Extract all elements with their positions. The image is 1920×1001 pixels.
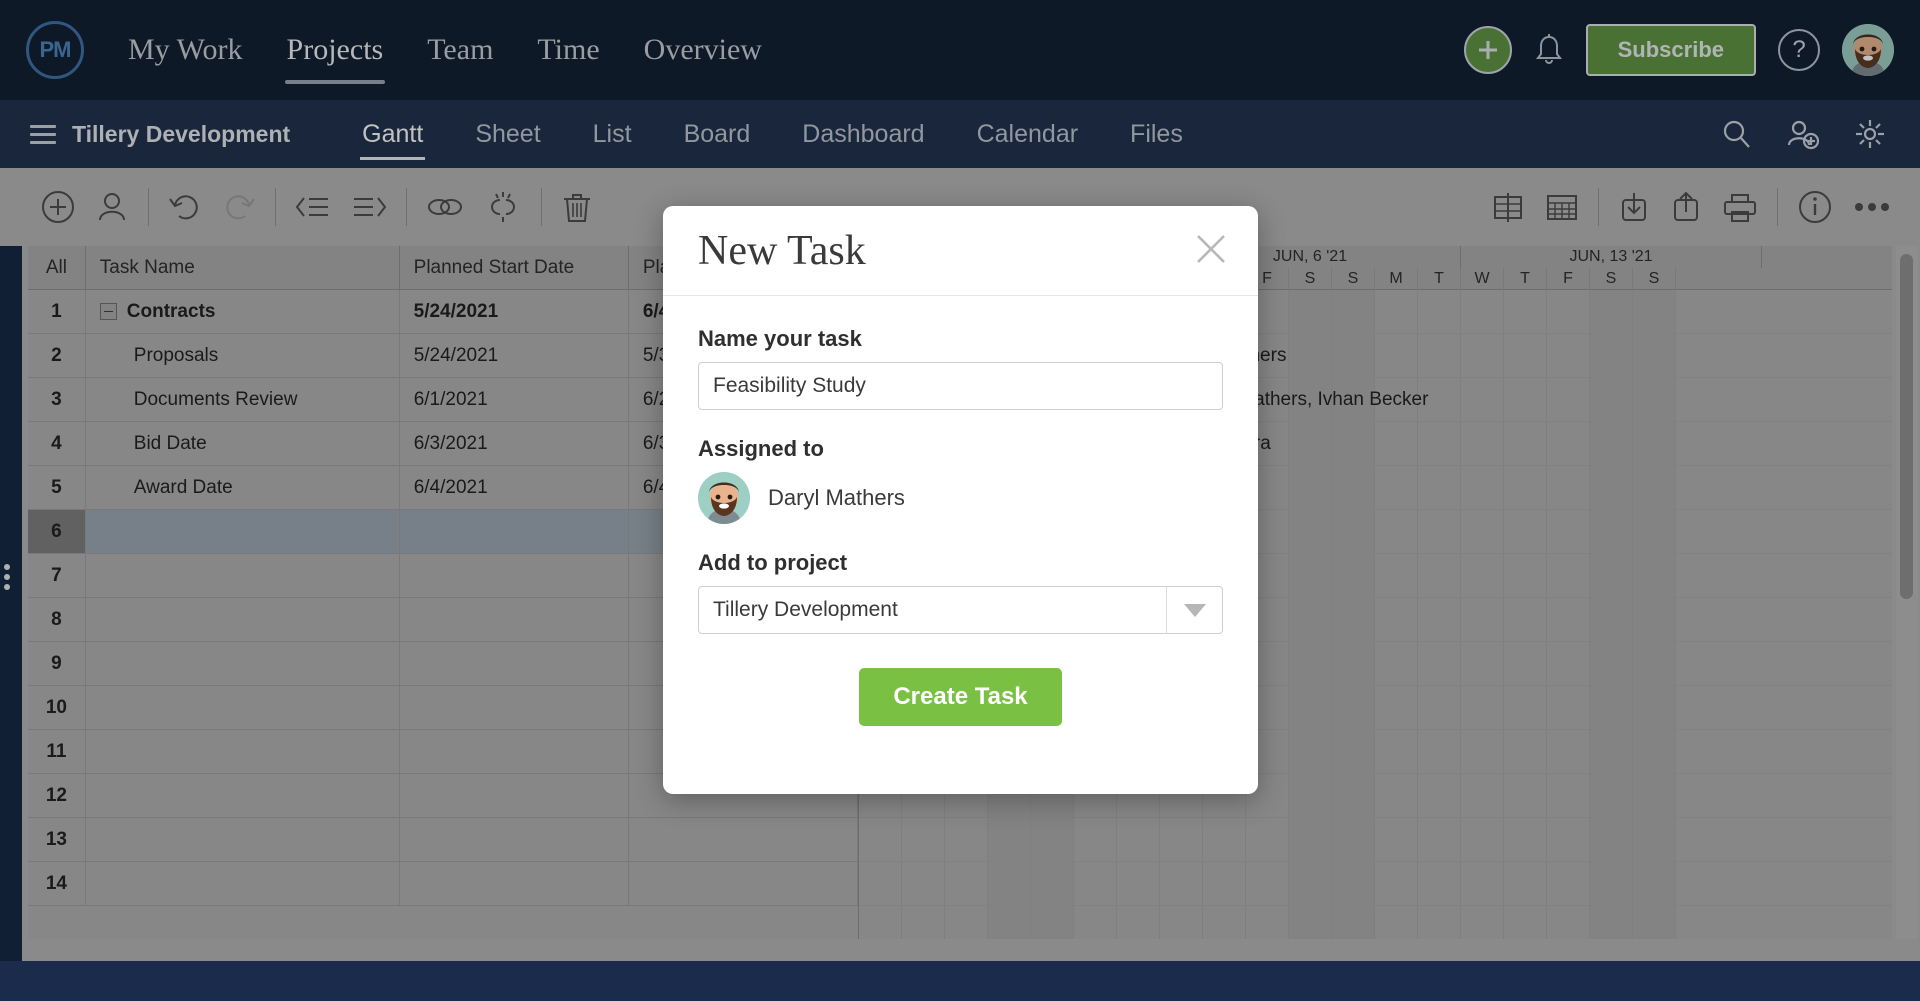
new-task-dialog: New Task Name your task Assigned to <box>663 206 1258 794</box>
chevron-down-icon[interactable] <box>1166 587 1222 633</box>
assignee-name: Daryl Mathers <box>768 485 905 510</box>
task-name-label: Name your task <box>698 326 862 351</box>
assignee-row[interactable]: Daryl Mathers <box>698 472 1223 524</box>
project-select-value: Tillery Development <box>713 598 898 621</box>
avatar-image <box>698 472 750 524</box>
dialog-title: New Task <box>698 227 866 274</box>
assigned-to-label: Assigned to <box>698 436 824 461</box>
dialog-header: New Task <box>663 206 1258 296</box>
create-task-button[interactable]: Create Task <box>859 668 1062 726</box>
dialog-body: Name your task Assigned to D <box>663 296 1258 726</box>
add-to-project-label: Add to project <box>698 550 848 575</box>
app-root: PM My Work Projects Team Time Overview S… <box>0 0 1920 1001</box>
project-select[interactable]: Tillery Development <box>698 586 1223 634</box>
task-name-input[interactable] <box>698 362 1223 410</box>
assignee-avatar <box>698 472 750 524</box>
close-icon[interactable] <box>1194 232 1228 266</box>
